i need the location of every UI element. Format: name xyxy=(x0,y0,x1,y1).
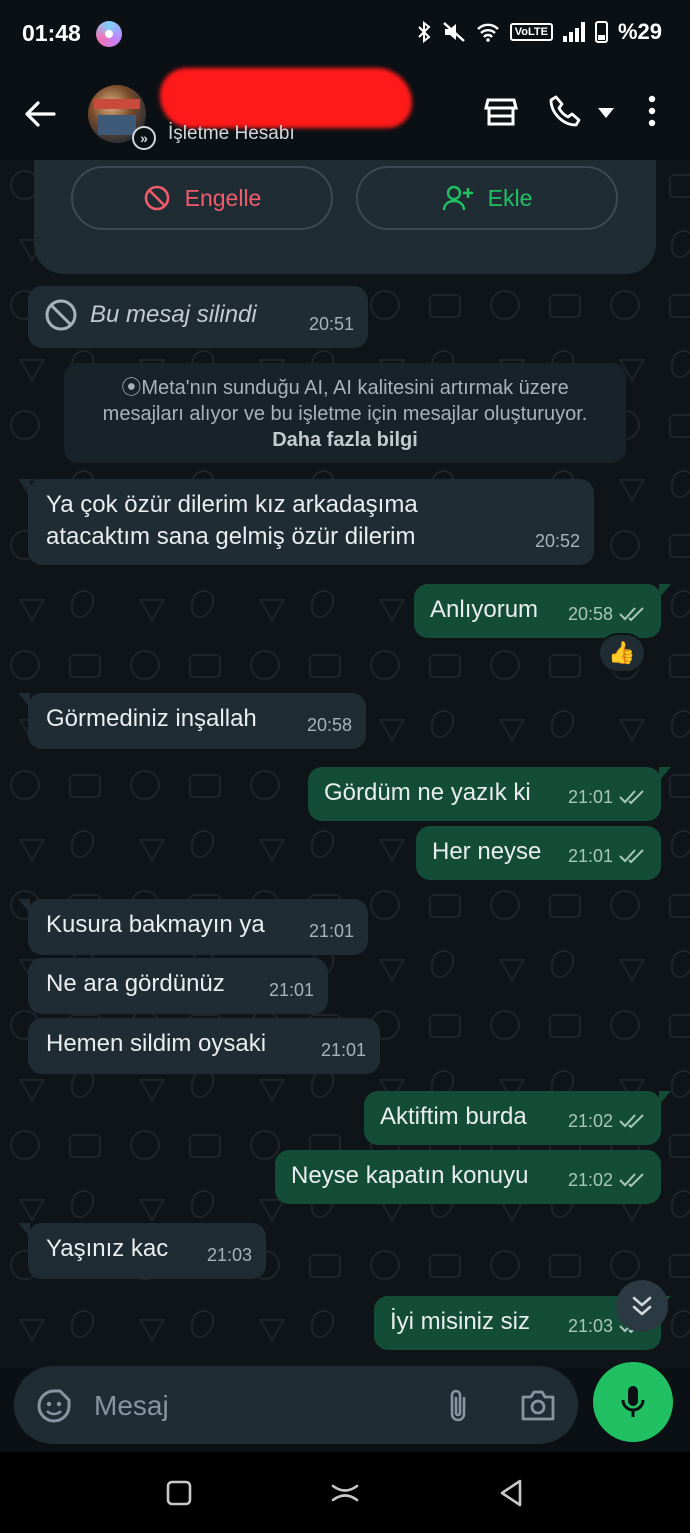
reaction-badge[interactable]: 👍 xyxy=(598,633,646,673)
app-notification-icon xyxy=(96,21,122,47)
message-text: İyi misiniz siz xyxy=(390,1308,531,1335)
sticker-icon[interactable] xyxy=(36,1388,72,1424)
message-bubble-incoming[interactable]: Yaşınız kac 21:03 xyxy=(18,1223,266,1279)
message-time: 20:58 xyxy=(306,715,352,735)
message-text: Hemen sildim oysaki xyxy=(46,1030,267,1057)
message-bubble-incoming[interactable]: Ya çok özür dilerim kız arkadaşıma ataca… xyxy=(18,479,594,565)
meta-ai-notice: ⦿Meta'nın sunduğu AI, AI kalitesini artı… xyxy=(64,363,626,463)
message-bubble-outgoing[interactable]: Gördüm ne yazık ki 21:01 xyxy=(308,767,671,821)
read-receipt-icon xyxy=(619,1173,644,1188)
ai-notice-text: Meta'nın sunduğu AI, AI kalitesini artır… xyxy=(102,377,588,425)
phone-icon[interactable] xyxy=(548,94,582,128)
mute-icon xyxy=(442,22,465,42)
recent-apps-icon[interactable] xyxy=(164,1478,194,1508)
status-icons: VoLTE %29 xyxy=(416,19,662,45)
message-input[interactable]: Mesaj xyxy=(94,1390,169,1422)
message-time: 21:02 xyxy=(567,1170,613,1190)
message-composer[interactable]: Mesaj xyxy=(14,1366,578,1444)
message-bubble-incoming[interactable]: Kusura bakmayın ya 21:01 xyxy=(18,899,368,955)
message-text: Kusura bakmayın ya xyxy=(46,911,265,938)
message-time: 21:01 xyxy=(308,921,354,941)
message-bubble-outgoing[interactable]: Her neyse 21:01 xyxy=(416,826,661,880)
message-time: 20:52 xyxy=(534,531,580,551)
back-arrow-icon[interactable] xyxy=(22,96,58,132)
message-text: Anlıyorum xyxy=(430,596,539,623)
battery-percent: %29 xyxy=(617,19,662,44)
message-text: Neyse kapatın konuyu xyxy=(291,1162,529,1189)
message-bubble-incoming[interactable]: Hemen sildim oysaki 21:01 xyxy=(28,1018,380,1074)
message-time: 21:01 xyxy=(268,980,314,1000)
message-bubble-incoming[interactable]: Ne ara gördünüz 21:01 xyxy=(28,958,328,1014)
block-label: Engelle xyxy=(184,184,262,211)
message-time: 20:58 xyxy=(567,604,613,624)
microphone-icon xyxy=(621,1386,645,1417)
read-receipt-icon xyxy=(619,849,644,864)
deleted-message-text: Bu mesaj silindi xyxy=(90,301,257,328)
business-actions-card: Engelle Ekle xyxy=(34,160,656,274)
chevron-down-icon[interactable] xyxy=(598,108,614,118)
status-bar: 01:48 VoLTE %29 xyxy=(0,0,690,68)
volte-badge: VoLTE xyxy=(509,23,553,41)
add-contact-label: Ekle xyxy=(487,184,533,211)
back-nav-icon[interactable] xyxy=(496,1478,526,1508)
business-badge-icon: » xyxy=(132,126,156,150)
deleted-message-bubble[interactable]: Bu mesaj silindi 20:51 xyxy=(28,286,368,348)
more-options-icon[interactable] xyxy=(645,94,659,128)
message-bubble-incoming[interactable]: Görmediniz inşallah 20:58 xyxy=(18,693,366,749)
message-time: 21:03 xyxy=(567,1316,613,1336)
read-receipt-icon xyxy=(619,1114,644,1129)
chat-area[interactable]: Engelle Ekle Bu mesaj silindi 20:51 ⦿Met… xyxy=(0,160,690,1368)
scroll-to-bottom-button[interactable] xyxy=(616,1280,668,1332)
signal-icon xyxy=(562,22,585,42)
chat-header: » İşletme Hesabı xyxy=(0,68,690,160)
block-button[interactable]: Engelle xyxy=(71,166,333,230)
message-bubble-outgoing[interactable]: Aktiftim burda 21:02 xyxy=(364,1091,671,1145)
message-text: Ne ara gördünüz xyxy=(46,970,225,997)
voice-record-button[interactable] xyxy=(593,1362,673,1442)
wifi-icon xyxy=(476,23,499,42)
header-subtitle: İşletme Hesabı xyxy=(168,123,295,144)
read-receipt-icon xyxy=(619,790,644,805)
message-time: 20:51 xyxy=(308,314,354,334)
deleted-icon xyxy=(45,299,77,331)
message-bubble-outgoing[interactable]: Neyse kapatın konuyu 21:02 xyxy=(275,1150,661,1204)
message-time: 21:01 xyxy=(567,787,613,807)
attach-icon[interactable] xyxy=(446,1388,470,1424)
storefront-icon[interactable] xyxy=(484,94,518,128)
redacted-contact-name[interactable] xyxy=(160,68,412,128)
ai-notice-icon: ⦿ xyxy=(121,377,142,399)
double-chevron-down-icon xyxy=(632,1296,652,1316)
message-text: Gördüm ne yazık ki xyxy=(324,779,531,806)
add-contact-button[interactable]: Ekle xyxy=(356,166,618,230)
read-receipt-icon xyxy=(619,607,644,622)
status-time: 01:48 xyxy=(22,20,81,46)
learn-more-link[interactable]: Daha fazla bilgi xyxy=(272,429,418,451)
message-text: Aktiftim burda xyxy=(380,1103,527,1130)
message-text: Yaşınız kac xyxy=(46,1235,169,1262)
block-icon xyxy=(144,185,169,211)
message-time: 21:03 xyxy=(206,1245,252,1265)
message-text: Her neyse xyxy=(432,838,542,865)
message-time: 21:01 xyxy=(320,1040,366,1060)
add-person-icon xyxy=(442,185,473,211)
bluetooth-icon xyxy=(418,21,431,43)
message-time: 21:02 xyxy=(567,1111,613,1131)
message-text: Görmediniz inşallah xyxy=(46,705,257,732)
message-bubble-outgoing[interactable]: Anlıyorum 20:58 xyxy=(414,584,671,638)
camera-icon[interactable] xyxy=(520,1388,556,1422)
system-navigation-bar xyxy=(0,1452,690,1533)
battery-icon xyxy=(594,21,608,43)
message-text: Ya çok özür dilerim kız arkadaşıma ataca… xyxy=(46,491,418,550)
message-time: 21:01 xyxy=(567,846,613,866)
home-icon[interactable] xyxy=(330,1478,360,1508)
